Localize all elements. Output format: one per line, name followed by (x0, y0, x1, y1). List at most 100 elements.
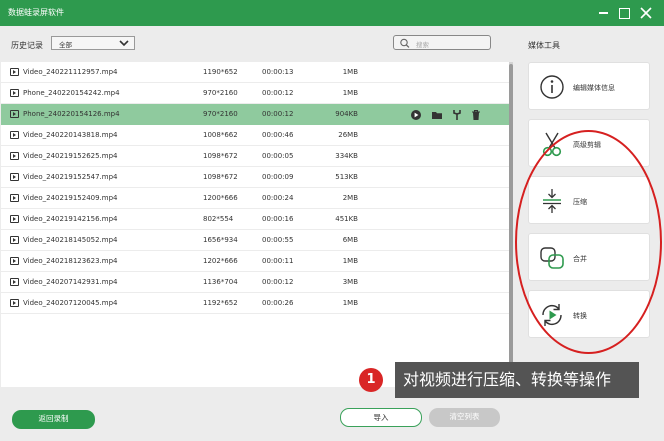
file-duration: 00:00:26 (262, 299, 294, 307)
file-name: Phone_240220154126.mp4 (23, 110, 120, 118)
file-row[interactable]: Video_240219152409.mp4 1200*666 00:00:24 2M… (1, 188, 510, 209)
file-list: Video_240221112957.mp4 1190*652 00:00:13 1M… (1, 62, 513, 387)
file-size: 1MB (342, 68, 358, 76)
history-filter-dropdown[interactable]: 全部 (51, 36, 135, 50)
file-name: Video_240219142156.mp4 (23, 215, 118, 223)
wrench-icon[interactable] (451, 109, 463, 121)
file-resolution: 1008*662 (203, 131, 238, 139)
file-name: Video_240219152625.mp4 (23, 152, 118, 160)
file-duration: 00:00:16 (262, 215, 294, 223)
file-size: 334KB (335, 152, 358, 160)
file-resolution: 970*2160 (203, 110, 238, 118)
file-duration: 00:00:24 (262, 194, 294, 202)
file-size: 2MB (342, 194, 358, 202)
play-icon[interactable] (410, 109, 422, 121)
file-row[interactable]: Phone_240220154126.mp4 970*2160 00:00:12 90… (1, 104, 510, 125)
file-resolution: 1656*934 (203, 236, 238, 244)
search-placeholder: 搜索 (416, 41, 429, 49)
file-duration: 00:00:55 (262, 236, 294, 244)
file-resolution: 1136*704 (203, 278, 238, 286)
file-name: Video_240207120045.mp4 (23, 299, 118, 307)
file-name: Video_240218123623.mp4 (23, 257, 118, 265)
file-resolution: 1200*666 (203, 194, 238, 202)
annotation-caption: 对视频进行压缩、转换等操作 (395, 362, 639, 398)
file-size: 1MB (342, 299, 358, 307)
file-row[interactable]: Video_240219142156.mp4 802*554 00:00:16 451… (1, 209, 510, 230)
video-file-icon (10, 131, 19, 139)
video-file-icon (10, 257, 19, 265)
file-size: 6MB (342, 236, 358, 244)
file-size: 3MB (342, 278, 358, 286)
file-duration: 00:00:46 (262, 131, 294, 139)
video-file-icon (10, 236, 19, 244)
window-title: 数据蛙录屏软件 (8, 8, 64, 17)
file-name: Video_240221112957.mp4 (23, 68, 118, 76)
file-row[interactable]: Video_240221112957.mp4 1190*652 00:00:13 1M… (1, 62, 510, 83)
file-size: 513KB (335, 173, 358, 181)
title-bar: 数据蛙录屏软件 (0, 0, 664, 26)
video-file-icon (10, 194, 19, 202)
file-resolution: 1098*672 (203, 173, 238, 181)
video-file-icon (10, 215, 19, 223)
file-row[interactable]: Video_240218145052.mp4 1656*934 00:00:55 6M… (1, 230, 510, 251)
folder-icon[interactable] (431, 109, 443, 121)
file-resolution: 1190*652 (203, 68, 238, 76)
search-input[interactable]: 搜索 (393, 35, 491, 50)
file-name: Video_240220143818.mp4 (23, 131, 118, 139)
minimize-icon[interactable] (594, 3, 614, 23)
clear-list-button[interactable]: 清空列表 (429, 408, 500, 427)
file-duration: 00:00:09 (262, 173, 294, 181)
video-file-icon (10, 110, 19, 118)
video-file-icon (10, 89, 19, 97)
file-resolution: 1192*652 (203, 299, 238, 307)
file-name: Video_240218145052.mp4 (23, 236, 118, 244)
chevron-down-icon (119, 40, 129, 47)
file-duration: 00:00:05 (262, 152, 294, 160)
file-size: 1MB (342, 89, 358, 97)
close-icon[interactable] (636, 3, 656, 23)
tool-edit-media-info[interactable]: 编辑媒体信息 (528, 62, 650, 110)
import-button[interactable]: 导入 (340, 408, 422, 427)
file-duration: 00:00:12 (262, 110, 294, 118)
file-duration: 00:00:11 (262, 257, 294, 265)
info-icon (540, 75, 564, 99)
file-row[interactable]: Video_240219152547.mp4 1098*672 00:00:09 51… (1, 167, 510, 188)
tool-label: 编辑媒体信息 (573, 84, 615, 92)
maximize-icon[interactable] (614, 3, 634, 23)
video-file-icon (10, 68, 19, 76)
file-resolution: 1098*672 (203, 152, 238, 160)
video-file-icon (10, 299, 19, 307)
file-size: 451KB (335, 215, 358, 223)
highlight-ellipse (515, 130, 662, 354)
history-label: 历史记录 (11, 41, 43, 50)
file-row[interactable]: Video_240218123623.mp4 1202*666 00:00:11 1M… (1, 251, 510, 272)
back-to-record-button[interactable]: 返回录制 (12, 410, 95, 429)
media-tools-title: 媒体工具 (528, 41, 560, 50)
file-name: Video_240207142931.mp4 (23, 278, 118, 286)
file-size: 26MB (338, 131, 358, 139)
file-duration: 00:00:12 (262, 278, 294, 286)
dropdown-value: 全部 (59, 41, 72, 49)
file-row[interactable]: Phone_240220154242.mp4 970*2160 00:00:12 1M… (1, 83, 510, 104)
file-name: Video_240219152547.mp4 (23, 173, 118, 181)
video-file-icon (10, 173, 19, 181)
file-duration: 00:00:12 (262, 89, 294, 97)
file-row[interactable]: Video_240207120045.mp4 1192*652 00:00:26 1M… (1, 293, 510, 314)
file-size: 904KB (335, 110, 358, 118)
file-size: 1MB (342, 257, 358, 265)
file-row[interactable]: Video_240220143818.mp4 1008*662 00:00:46 26… (1, 125, 510, 146)
file-duration: 00:00:13 (262, 68, 294, 76)
file-name: Video_240219152409.mp4 (23, 194, 118, 202)
file-resolution: 970*2160 (203, 89, 238, 97)
file-resolution: 802*554 (203, 215, 234, 223)
search-icon (400, 38, 410, 48)
trash-icon[interactable] (470, 109, 482, 121)
file-name: Phone_240220154242.mp4 (23, 89, 120, 97)
annotation-number-badge: 1 (359, 368, 383, 392)
video-file-icon (10, 152, 19, 160)
file-row[interactable]: Video_240219152625.mp4 1098*672 00:00:05 33… (1, 146, 510, 167)
video-file-icon (10, 278, 19, 286)
file-resolution: 1202*666 (203, 257, 238, 265)
file-row[interactable]: Video_240207142931.mp4 1136*704 00:00:12 3M… (1, 272, 510, 293)
scrollbar-thumb[interactable] (509, 64, 513, 364)
